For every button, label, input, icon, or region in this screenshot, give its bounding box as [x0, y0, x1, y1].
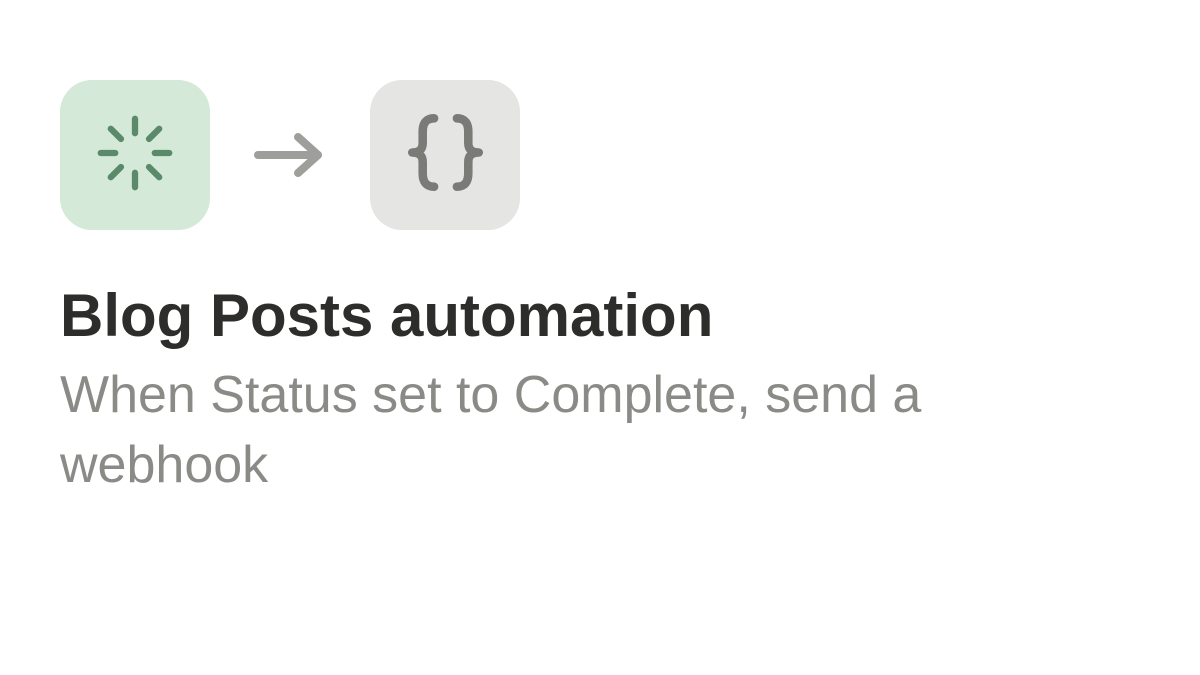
automation-title: Blog Posts automation: [60, 280, 1140, 352]
action-icon-box: [370, 80, 520, 230]
status-spinner-icon: [90, 108, 180, 203]
automation-text: Blog Posts automation When Status set to…: [60, 280, 1140, 500]
automation-icon-row: [60, 80, 1140, 230]
arrow-right-icon: [250, 125, 330, 185]
trigger-icon-box: [60, 80, 210, 230]
automation-card[interactable]: Blog Posts automation When Status set to…: [60, 80, 1140, 500]
webhook-braces-icon: [398, 105, 493, 205]
automation-description: When Status set to Complete, send a webh…: [60, 360, 1140, 500]
